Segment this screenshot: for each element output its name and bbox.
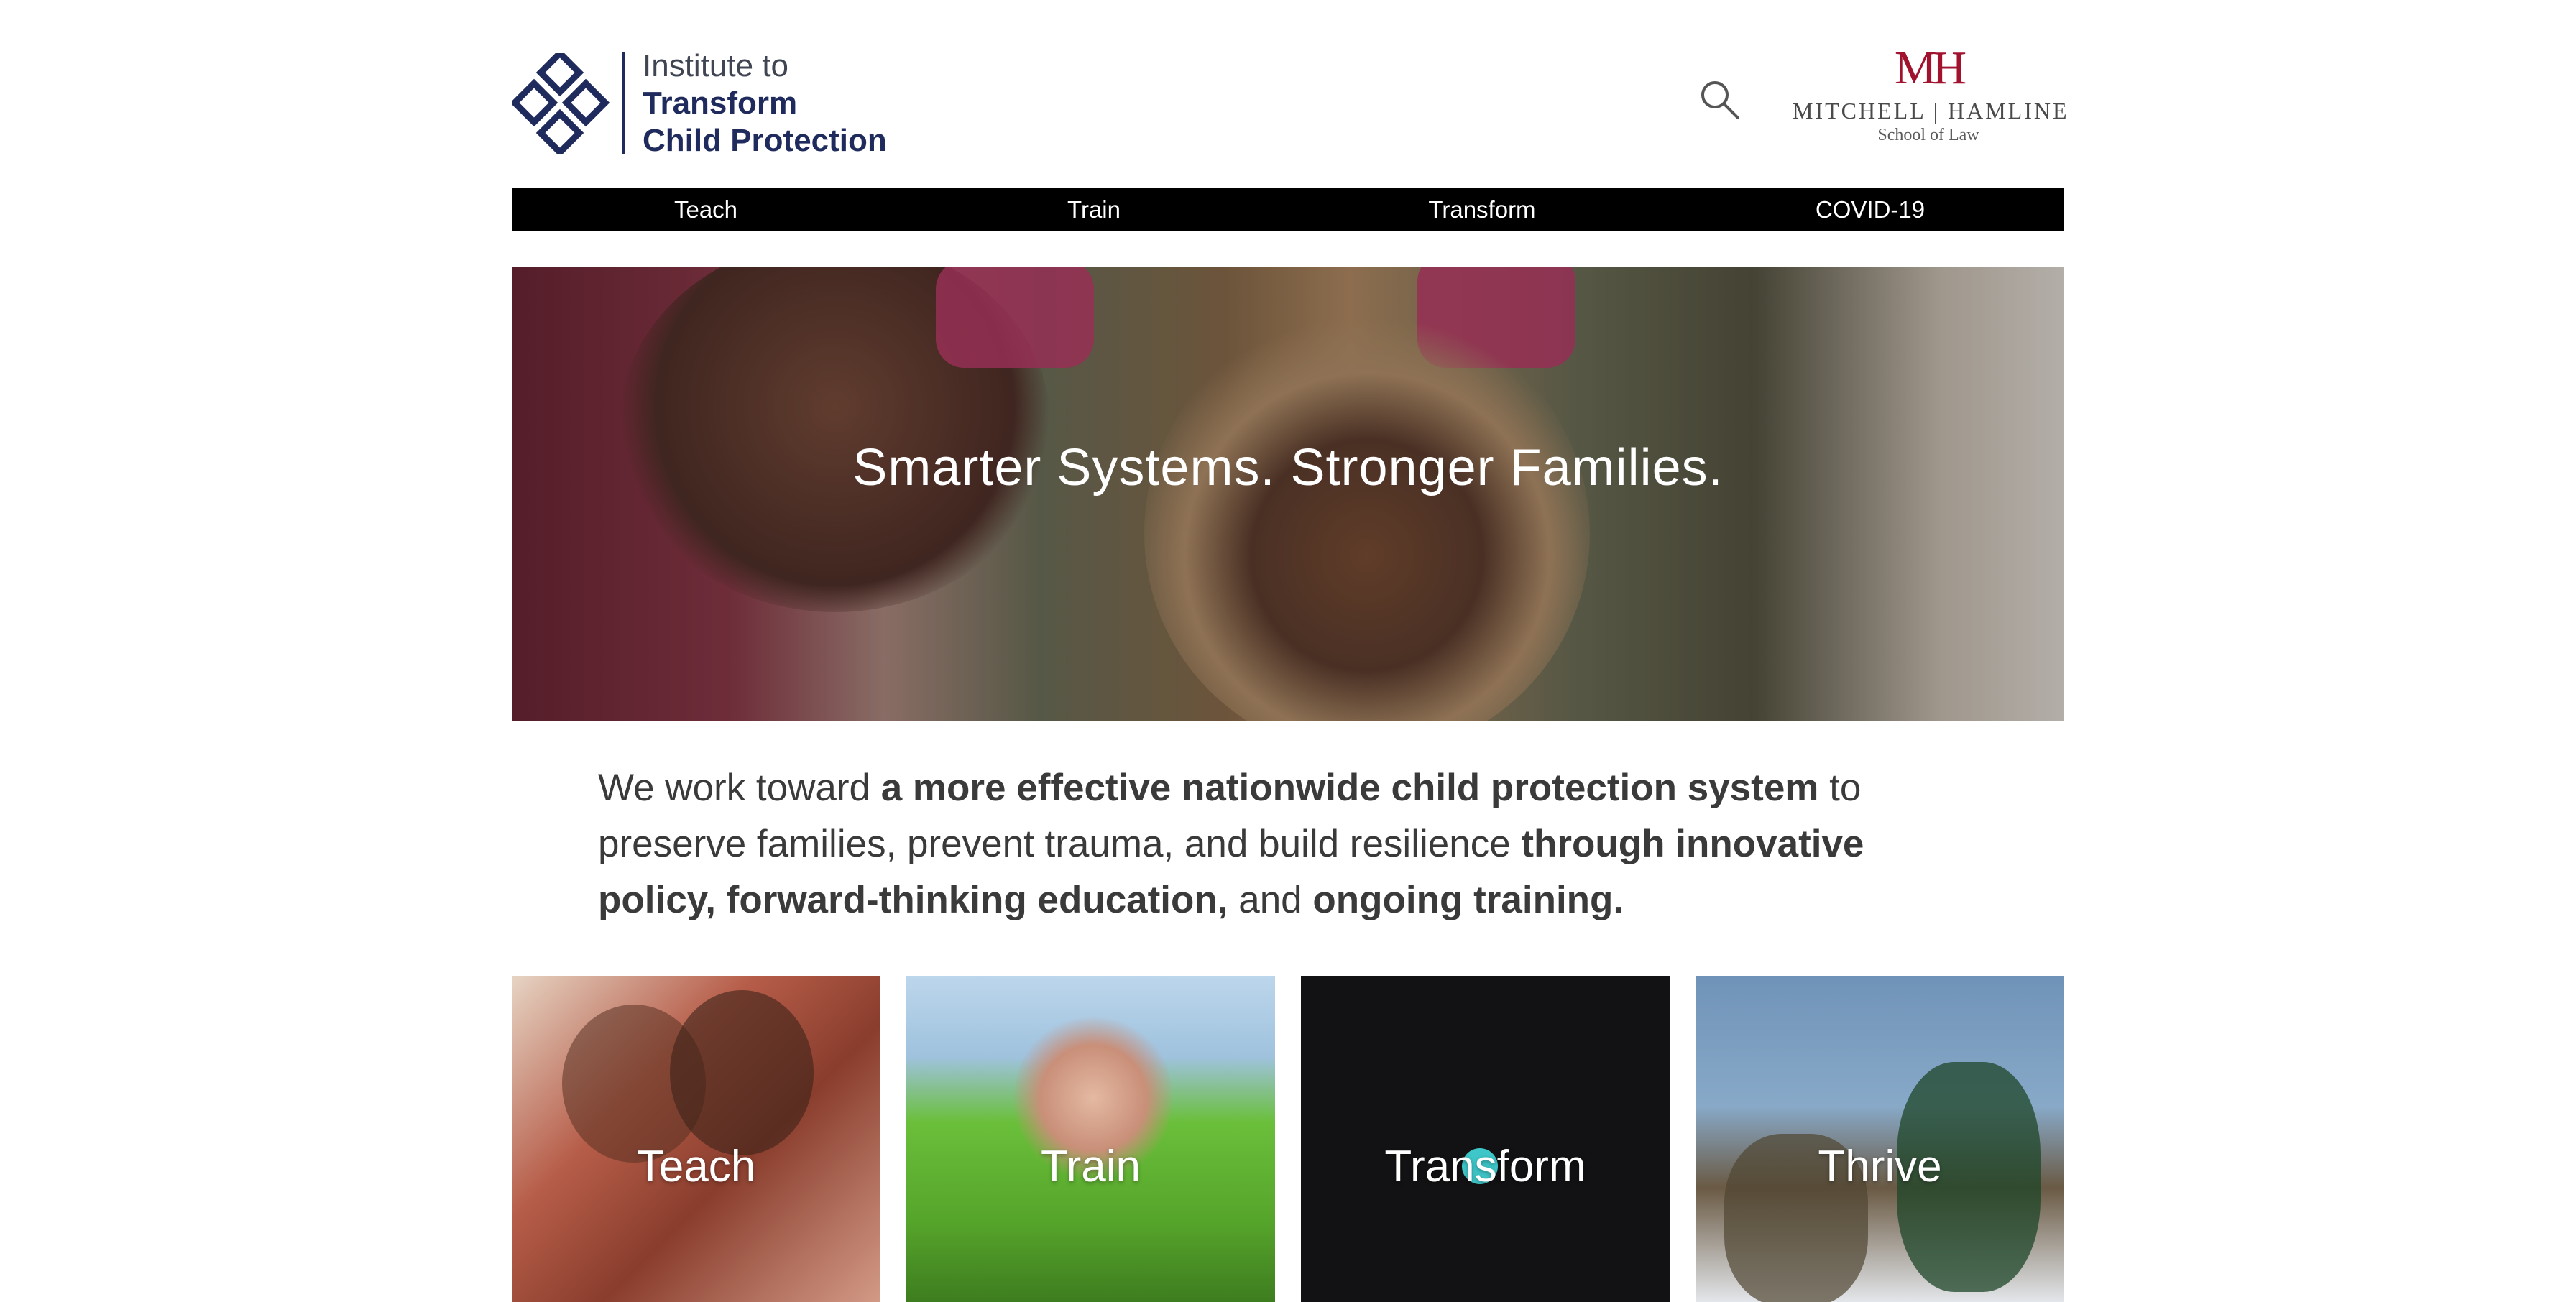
institute-logo[interactable]: Institute to Transform Child Protection: [512, 47, 887, 160]
diamond-logo-icon: [512, 52, 610, 154]
tile-transform-label: Transform: [1384, 1142, 1586, 1191]
mh-monogram: MH: [1894, 42, 1966, 94]
mission-bold-1: a more effective nationwide child protec…: [880, 767, 1819, 809]
program-tiles: Teach Train Transform Thrive: [512, 976, 2064, 1302]
logo-line-1: Institute to: [643, 48, 789, 83]
tile-transform[interactable]: Transform: [1301, 976, 1670, 1302]
tile-train[interactable]: Train: [906, 976, 1275, 1302]
tile-train-label: Train: [1041, 1142, 1141, 1191]
search-icon: [1701, 81, 1739, 119]
nav-item-transform[interactable]: Transform: [1288, 188, 1676, 231]
mh-subtitle: School of Law: [1877, 126, 1979, 144]
hero-tagline: Smarter Systems. Stronger Families.: [852, 439, 1724, 497]
logo-divider: [622, 52, 625, 154]
tile-thrive-label: Thrive: [1818, 1142, 1942, 1191]
logo-text: Institute to Transform Child Protection: [643, 47, 887, 160]
main-nav: Teach Train Transform COVID-19: [512, 188, 2064, 231]
search-button[interactable]: [1698, 78, 1744, 124]
mh-name: MITCHELL | HAMLINE: [1793, 98, 2069, 124]
tile-teach-label: Teach: [636, 1142, 756, 1191]
mission-statement: We work toward a more effective nationwi…: [598, 760, 1992, 928]
logo-line-3: Child Protection: [643, 122, 887, 158]
tile-thrive[interactable]: Thrive: [1696, 976, 2064, 1302]
page: Institute to Transform Child Protection …: [512, 0, 2069, 1302]
tile-teach-image-2: [670, 990, 814, 1155]
tile-teach[interactable]: Teach: [512, 976, 880, 1302]
hero-banner: Smarter Systems. Stronger Families.: [512, 267, 2064, 721]
mission-bold-3: ongoing training.: [1312, 879, 1624, 921]
logo-line-2: Transform: [643, 85, 798, 121]
nav-item-covid-19[interactable]: COVID-19: [1676, 188, 2064, 231]
mitchell-hamline-logo[interactable]: MH MITCHELL | HAMLINE School of Law: [1793, 42, 2069, 145]
site-header: Institute to Transform Child Protection …: [512, 0, 2069, 188]
nav-item-teach[interactable]: Teach: [512, 188, 900, 231]
mission-text-3: and: [1228, 879, 1313, 921]
mission-text-1: We work toward: [598, 767, 881, 809]
nav-item-train[interactable]: Train: [900, 188, 1288, 231]
